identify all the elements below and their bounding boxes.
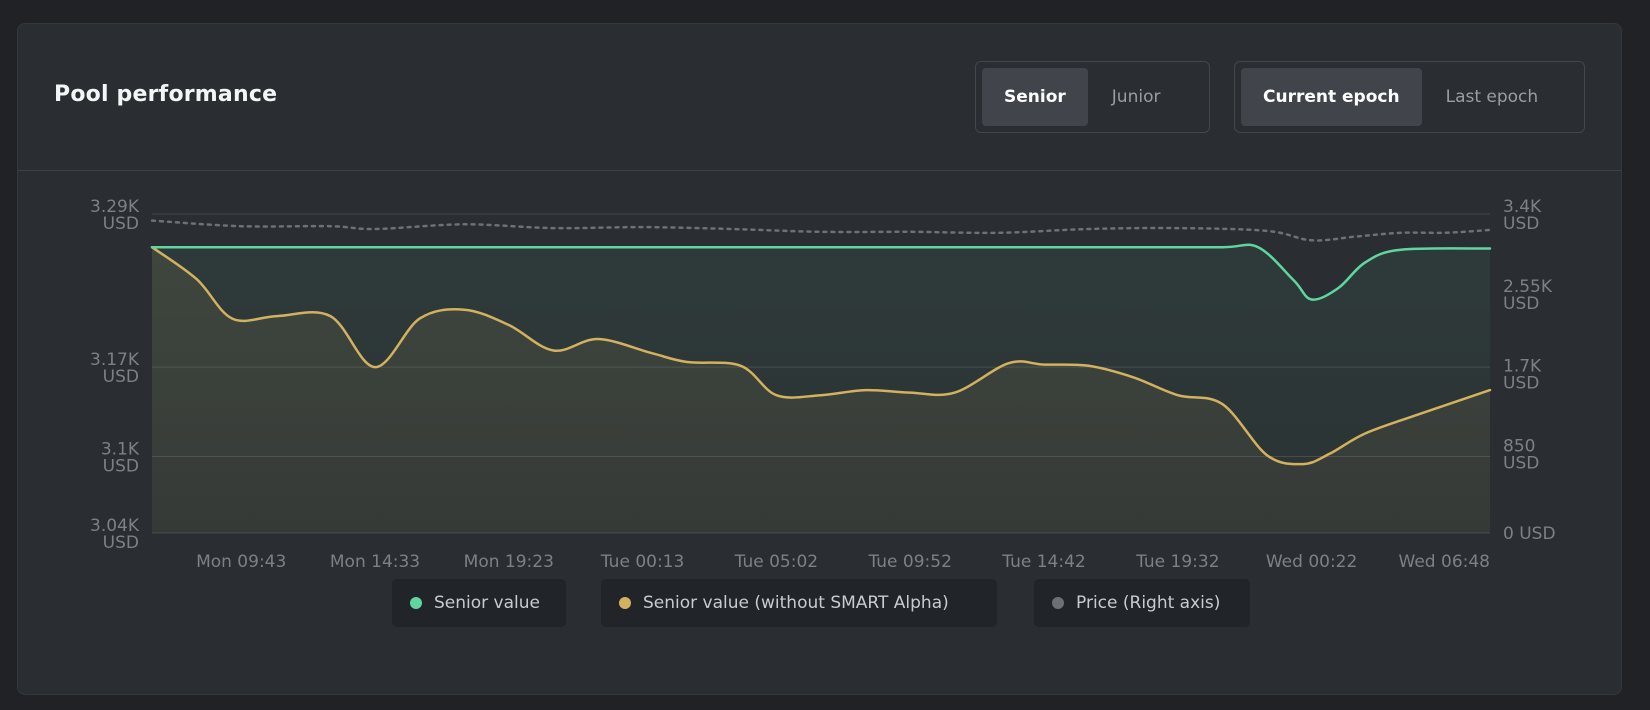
right-axis-tick-label: 0 USD (1503, 524, 1556, 544)
x-axis-tick-label: Tue 00:13 (600, 552, 684, 572)
legend-label-price: Price (Right axis) (1076, 593, 1221, 613)
left-axis-tick-unit: USD (103, 367, 139, 387)
price-line (150, 219, 1492, 242)
left-axis-tick-unit: USD (103, 214, 139, 234)
legend-label-senior-value-without-smart-alpha: Senior value (without SMART Alpha) (643, 593, 949, 613)
x-axis-tick-label: Tue 14:42 (1001, 552, 1085, 572)
x-axis-tick-label: Tue 09:52 (867, 552, 951, 572)
chart-legend: Senior value Senior value (without SMART… (0, 579, 1650, 627)
x-axis-tick-label: Mon 14:33 (330, 552, 420, 572)
legend-label-senior-value: Senior value (434, 593, 540, 613)
legend-item-price[interactable]: Price (Right axis) (1034, 579, 1250, 627)
left-axis-tick-unit: USD (103, 456, 139, 476)
legend-item-senior-value-without-smart-alpha[interactable]: Senior value (without SMART Alpha) (601, 579, 997, 627)
x-axis-tick-label: Mon 19:23 (464, 552, 554, 572)
price-dot-icon (1052, 597, 1064, 609)
right-axis-tick-unit: USD (1503, 453, 1539, 473)
senior-value-dot-icon (410, 597, 422, 609)
x-axis-tick-label: Wed 06:48 (1399, 552, 1490, 572)
x-axis-tick-label: Tue 19:32 (1135, 552, 1219, 572)
legend-item-senior-value[interactable]: Senior value (392, 579, 566, 627)
x-axis-tick-label: Tue 05:02 (734, 552, 818, 572)
right-axis-tick-unit: USD (1503, 214, 1539, 234)
x-axis-tick-label: Wed 00:22 (1266, 552, 1357, 572)
x-axis-tick-label: Mon 09:43 (196, 552, 286, 572)
right-axis-tick-unit: USD (1503, 294, 1539, 314)
left-axis-tick-unit: USD (103, 533, 139, 553)
senior-value-without-smart-alpha-dot-icon (619, 597, 631, 609)
right-axis-tick-unit: USD (1503, 374, 1539, 394)
